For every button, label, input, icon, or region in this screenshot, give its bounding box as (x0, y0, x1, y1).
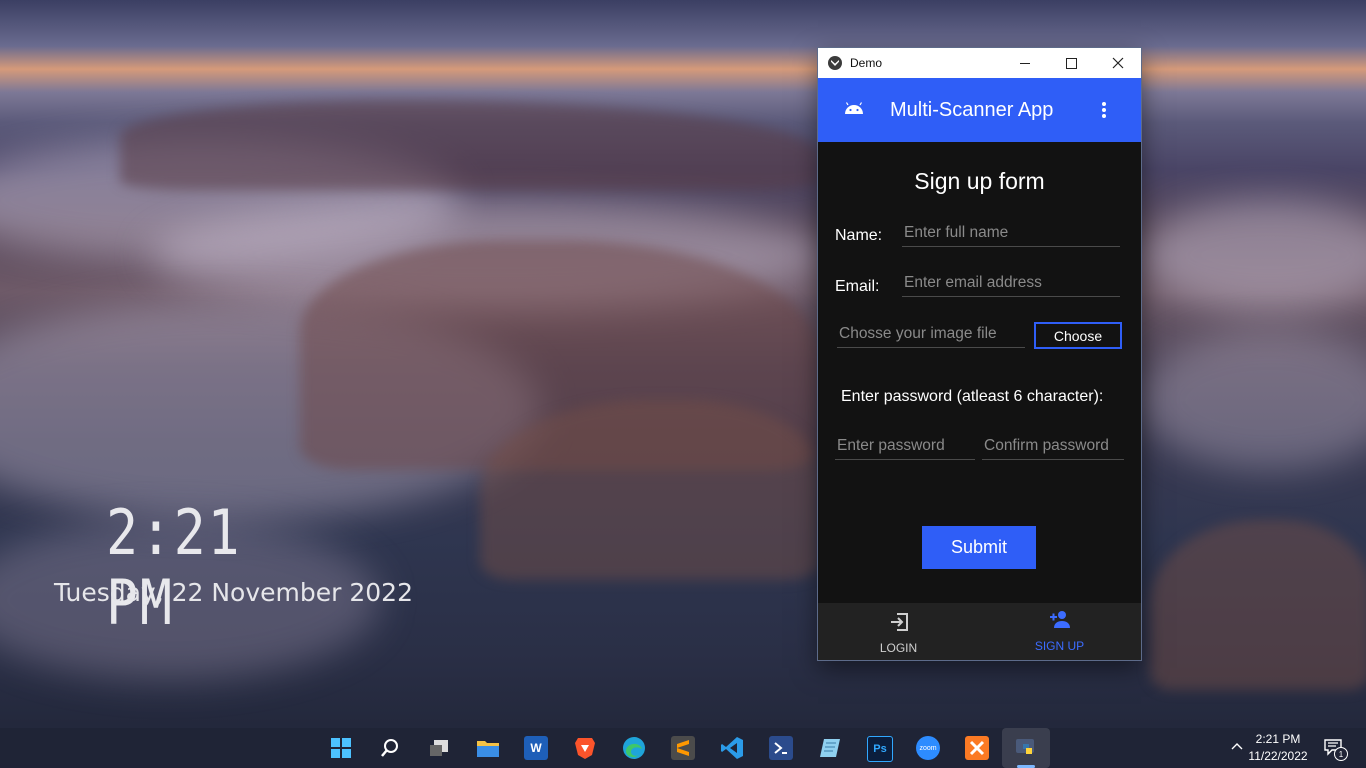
confirm-password-field[interactable] (982, 433, 1124, 460)
password-field[interactable] (835, 433, 975, 460)
desktop-clock-date: Tuesday, 22 November 2022 (54, 578, 413, 607)
nav-signup[interactable]: SIGN UP (979, 603, 1140, 660)
taskbar: W Ps zoom 2:21 PM 11/22/2022 1 (0, 728, 1366, 768)
vscode-icon[interactable] (720, 736, 744, 760)
name-input[interactable] (902, 220, 1120, 246)
desktop-wallpaper (0, 0, 1366, 768)
windows-start-icon[interactable] (329, 736, 353, 760)
name-label: Name: (835, 227, 883, 244)
close-icon (1112, 57, 1124, 69)
password-label: Enter password (atleast 6 character): (841, 388, 1104, 405)
email-label: Email: (835, 278, 880, 295)
minimize-button[interactable] (1002, 48, 1048, 78)
notification-count-badge: 1 (1334, 747, 1348, 761)
submit-button[interactable]: Submit (922, 526, 1036, 569)
login-icon (891, 613, 908, 631)
more-options-icon[interactable] (1094, 100, 1114, 120)
edge-icon[interactable] (622, 736, 646, 760)
app-title: Multi-Scanner App (890, 99, 1054, 121)
nav-login-label: LOGIN (879, 641, 918, 655)
photoshop-icon[interactable]: Ps (867, 736, 893, 762)
zoom-icon[interactable]: zoom (916, 736, 940, 760)
maximize-icon (1065, 57, 1077, 69)
tray-date[interactable]: 11/22/2022 (1240, 749, 1316, 763)
task-view-icon[interactable] (427, 736, 451, 760)
nav-signup-label: SIGN UP (1034, 639, 1085, 653)
notepad-icon[interactable] (818, 736, 842, 760)
name-field[interactable] (902, 220, 1120, 247)
bottom-navigation: LOGIN SIGN UP (818, 603, 1141, 660)
maximize-button[interactable] (1048, 48, 1094, 78)
image-file-input[interactable] (837, 321, 1025, 347)
form-title: Sign up form (914, 168, 1045, 194)
notification-center-icon[interactable]: 1 (1324, 738, 1348, 761)
tray-time[interactable]: 2:21 PM (1240, 732, 1316, 746)
kivy-app-icon (828, 56, 842, 70)
xampp-icon[interactable] (965, 736, 989, 760)
powershell-icon[interactable] (769, 736, 793, 760)
close-button[interactable] (1095, 48, 1141, 78)
app-window: Demo Multi-Scanner App Sign up form Name… (818, 48, 1141, 660)
choose-file-button[interactable]: Choose (1034, 322, 1122, 349)
brave-icon[interactable] (573, 736, 597, 760)
minimize-icon (1020, 62, 1030, 64)
word-icon[interactable]: W (524, 736, 548, 760)
confirm-password-input[interactable] (982, 433, 1124, 459)
password-input[interactable] (835, 433, 975, 459)
android-icon[interactable] (844, 102, 864, 114)
window-titlebar[interactable]: Demo (818, 48, 1141, 78)
file-explorer-icon[interactable] (476, 736, 500, 760)
python-icon[interactable] (1014, 736, 1038, 760)
app-toolbar: Multi-Scanner App (818, 78, 1141, 142)
window-title: Demo (850, 56, 883, 70)
email-field[interactable] (902, 270, 1120, 297)
email-input[interactable] (902, 270, 1120, 296)
search-icon[interactable] (378, 736, 402, 760)
sublime-icon[interactable] (671, 736, 695, 760)
nav-login[interactable]: LOGIN (818, 603, 979, 660)
image-file-field[interactable] (837, 321, 1025, 348)
desktop-clock-time: 2:21 PM (106, 496, 242, 639)
person-add-icon (1050, 611, 1070, 628)
